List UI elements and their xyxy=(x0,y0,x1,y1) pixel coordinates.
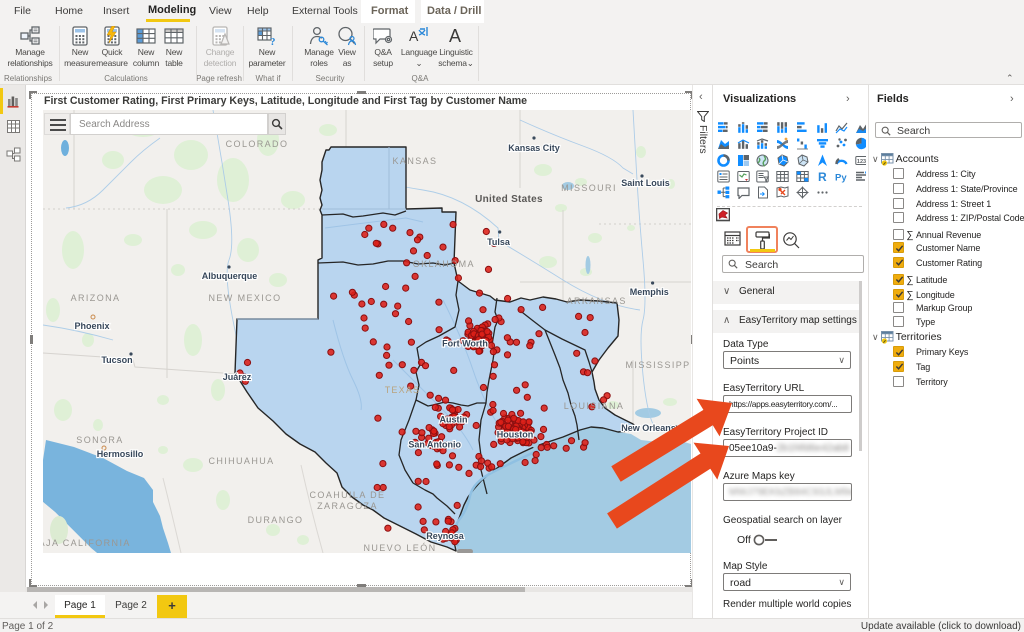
svg-text:TEXAS: TEXAS xyxy=(385,385,421,395)
svg-text:United States: United States xyxy=(475,194,543,205)
svg-text:A: A xyxy=(449,26,461,46)
svg-text:New Orleans: New Orleans xyxy=(621,423,676,433)
svg-text:Austin: Austin xyxy=(440,415,468,425)
svg-text:123: 123 xyxy=(857,159,866,165)
svg-text:Houston: Houston xyxy=(497,430,534,440)
svg-text:DURANGO: DURANGO xyxy=(248,515,304,525)
svg-text:Saint Louis: Saint Louis xyxy=(621,178,670,188)
svg-text:?: ? xyxy=(270,36,276,46)
svg-text:ZARAGOZA: ZARAGOZA xyxy=(317,501,378,511)
svg-text:A: A xyxy=(409,28,419,44)
svg-text:Tucson: Tucson xyxy=(101,355,132,365)
svg-text:Memphis: Memphis xyxy=(630,287,669,297)
svg-text:Albuquerque: Albuquerque xyxy=(202,271,258,281)
svg-text:COAHUILA DE: COAHUILA DE xyxy=(310,490,386,500)
svg-text:MISSOURI: MISSOURI xyxy=(561,183,617,193)
svg-text:CHIHUAHUA: CHIHUAHUA xyxy=(208,456,274,466)
svg-text:Tulsa: Tulsa xyxy=(487,237,511,247)
svg-text:OKLAHOMA: OKLAHOMA xyxy=(413,259,475,269)
svg-text:Fort Worth: Fort Worth xyxy=(442,339,488,349)
svg-text:BAJA CALIFORNIA: BAJA CALIFORNIA xyxy=(43,538,131,548)
svg-text:Hermosillo: Hermosillo xyxy=(97,449,144,459)
svg-text:NEW MEXICO: NEW MEXICO xyxy=(208,293,281,303)
svg-text:R: R xyxy=(818,170,827,183)
svg-text:Phoenix: Phoenix xyxy=(74,321,109,331)
svg-text:COLORADO: COLORADO xyxy=(226,139,289,149)
svg-text:ARIZONA: ARIZONA xyxy=(71,293,121,303)
svg-text:KANSAS: KANSAS xyxy=(393,156,438,166)
svg-text:NUEVO LEÓN: NUEVO LEÓN xyxy=(363,543,436,553)
svg-text:ARKANSAS: ARKANSAS xyxy=(567,296,627,306)
svg-text:Kansas City: Kansas City xyxy=(508,143,560,153)
svg-text:Juárez: Juárez xyxy=(223,372,252,382)
svg-text:LOUISIANA: LOUISIANA xyxy=(564,401,625,411)
svg-text:MISSISSIPPI: MISSISSIPPI xyxy=(626,360,691,370)
svg-text:Py: Py xyxy=(835,173,847,184)
svg-text:San Antonio: San Antonio xyxy=(408,440,461,450)
svg-text:SONORA: SONORA xyxy=(76,435,123,445)
svg-text:Reynosa: Reynosa xyxy=(426,531,465,541)
